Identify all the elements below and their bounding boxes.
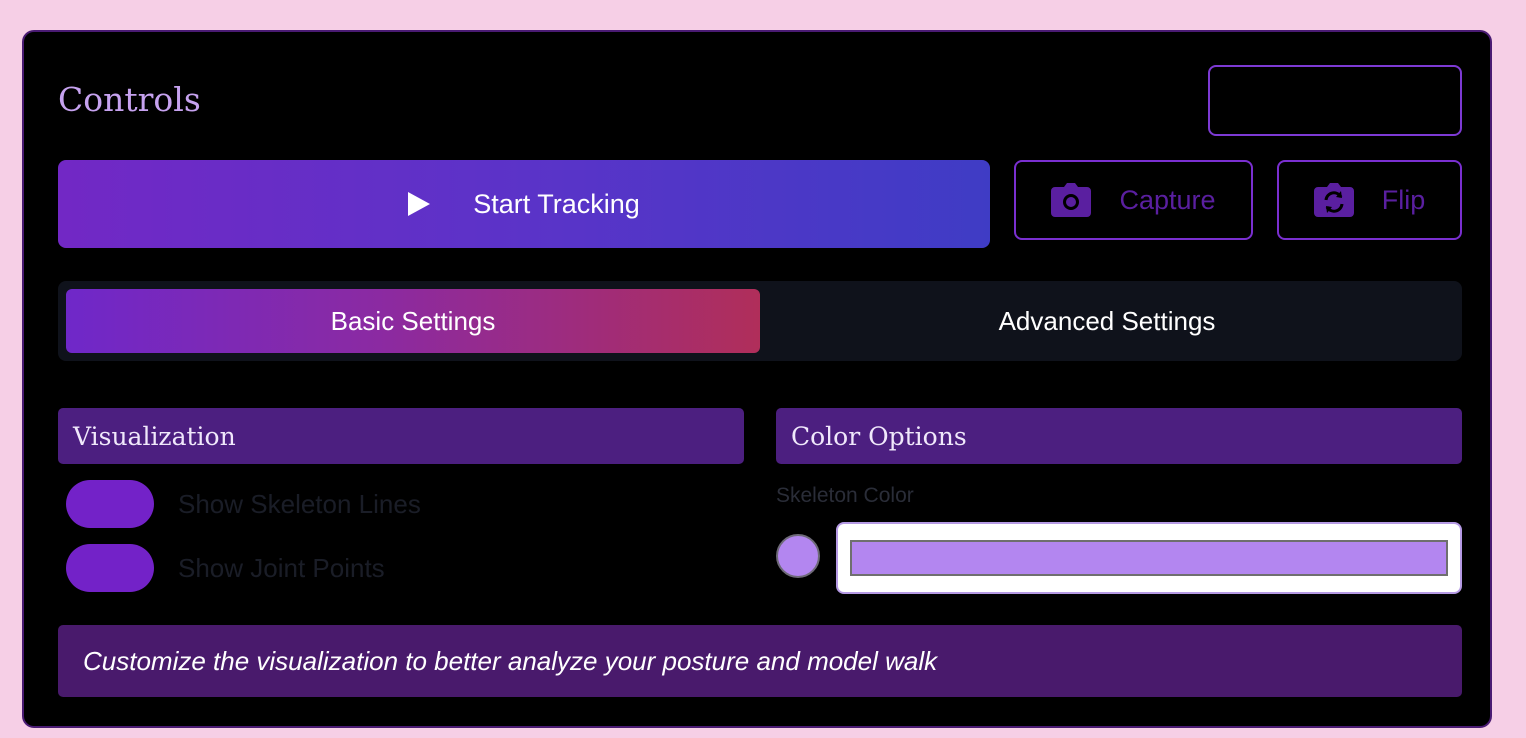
start-tracking-label: Start Tracking: [473, 188, 640, 219]
controls-panel: Controls Start Tracking Capture Flip Bas…: [22, 30, 1492, 728]
skeleton-lines-toggle[interactable]: [66, 480, 154, 528]
skeleton-lines-label: Show Skeleton Lines: [178, 488, 421, 519]
capture-button[interactable]: Capture: [1014, 160, 1253, 240]
panel-title: Controls: [58, 80, 201, 119]
info-message: Customize the visualization to better an…: [58, 625, 1462, 697]
joint-points-row: Show Joint Points: [66, 544, 385, 592]
flip-label: Flip: [1381, 184, 1426, 215]
skeleton-color-picker[interactable]: [836, 522, 1462, 594]
skeleton-color-swatch: [776, 534, 820, 578]
tab-advanced-settings[interactable]: Advanced Settings: [760, 289, 1454, 353]
color-options-header: Color Options: [776, 408, 1462, 464]
visualization-header: Visualization: [58, 408, 744, 464]
skeleton-color-label: Skeleton Color: [776, 484, 914, 507]
top-right-empty-box: [1208, 65, 1462, 136]
settings-tabs: Basic Settings Advanced Settings: [58, 281, 1462, 361]
joint-points-label: Show Joint Points: [178, 552, 385, 583]
skeleton-lines-row: Show Skeleton Lines: [66, 480, 421, 528]
capture-label: Capture: [1119, 184, 1216, 215]
camera-flip-icon: [1313, 183, 1354, 217]
tab-basic-settings[interactable]: Basic Settings: [66, 289, 760, 353]
joint-points-toggle[interactable]: [66, 544, 154, 592]
camera-icon: [1051, 183, 1092, 217]
play-icon: [408, 192, 431, 216]
skeleton-color-preview: [850, 540, 1448, 576]
start-tracking-button[interactable]: Start Tracking: [58, 160, 990, 248]
flip-button[interactable]: Flip: [1277, 160, 1462, 240]
